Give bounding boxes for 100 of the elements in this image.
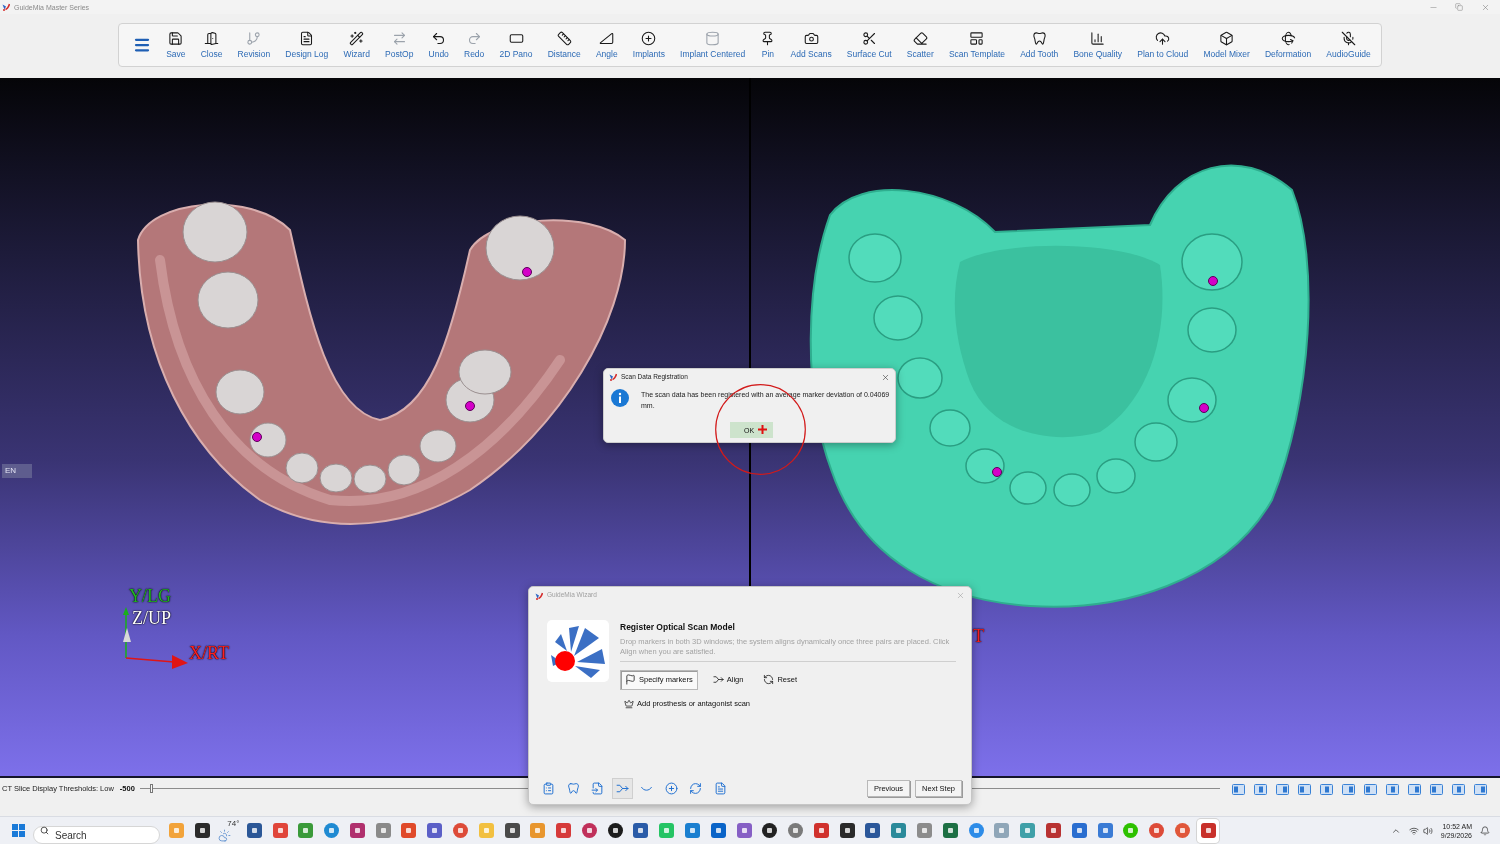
app-tile-icon xyxy=(504,823,520,838)
flag-icon xyxy=(625,674,636,685)
app-tile-icon xyxy=(427,823,443,838)
axis-label: Z/UP xyxy=(132,609,171,627)
view-cube-icon[interactable] xyxy=(1253,783,1267,795)
app-circle-icon xyxy=(607,823,623,838)
app-tile-icon xyxy=(917,823,933,838)
refresh-icon xyxy=(763,674,775,685)
app-tile-icon xyxy=(298,823,314,838)
app-tile-icon xyxy=(169,823,185,838)
axis-label: T xyxy=(973,627,984,645)
document-icon xyxy=(713,782,727,795)
app-tile-icon xyxy=(633,823,649,838)
marker-dot-icon[interactable] xyxy=(252,432,262,442)
view-cube-icon[interactable] xyxy=(1319,783,1333,795)
crosshair-cursor-icon xyxy=(758,425,767,434)
file-import-icon xyxy=(591,782,604,795)
view-cube-icon[interactable] xyxy=(1473,783,1487,795)
marker-dot-icon[interactable] xyxy=(992,467,1002,477)
wifi-icon[interactable] xyxy=(1408,825,1419,836)
fan-logo-icon xyxy=(547,620,609,682)
app-tile-icon xyxy=(478,823,494,838)
app-tile-icon xyxy=(994,823,1010,838)
app-tile-icon xyxy=(659,823,675,838)
view-cube-icon[interactable] xyxy=(1407,783,1421,795)
app-logo-icon xyxy=(535,591,543,600)
crown-icon xyxy=(624,698,634,709)
toolbar-button[interactable]: Model Mixer xyxy=(1203,31,1250,59)
view-cube-icon[interactable] xyxy=(1275,783,1289,795)
app-tile-icon xyxy=(375,823,391,838)
view-cube-icon[interactable] xyxy=(1297,783,1311,795)
app-tile-icon xyxy=(813,823,829,838)
toolbar-button[interactable]: Scan Template xyxy=(948,31,1005,59)
toolbar-button[interactable]: Pin xyxy=(760,31,776,59)
search-field[interactable]: Search xyxy=(33,826,160,844)
toolbar-button[interactable]: Undo xyxy=(428,31,449,59)
start-grid-icon[interactable] xyxy=(12,824,25,837)
menu-icon[interactable] xyxy=(133,36,151,54)
app-tile-icon xyxy=(736,823,752,838)
toolbar-button[interactable]: Surface Cut xyxy=(846,31,892,59)
app-circle-icon xyxy=(1174,823,1190,838)
taskbar-button[interactable]: 74° xyxy=(217,818,240,843)
toolbar-button[interactable]: Scatter xyxy=(906,31,934,59)
toolbar-button[interactable]: Implants xyxy=(632,31,665,59)
marker-dot-icon[interactable] xyxy=(522,267,532,277)
app-tile-icon xyxy=(246,823,262,838)
app-tile-icon xyxy=(1097,823,1113,838)
view-cube-icon[interactable] xyxy=(1385,783,1399,795)
marker-dot-icon[interactable] xyxy=(1208,276,1218,286)
axis-label: Y/LG xyxy=(129,587,171,605)
toolbar-button[interactable]: Design Log xyxy=(285,31,329,59)
search-icon xyxy=(40,826,49,835)
toolbar-button[interactable]: Plan to Cloud xyxy=(1137,31,1189,59)
view-cube-icon[interactable] xyxy=(1231,783,1245,795)
app-tile-icon xyxy=(839,823,855,838)
app-tile-icon xyxy=(195,823,211,838)
marker-dot-icon[interactable] xyxy=(465,401,475,411)
app-circle-icon xyxy=(324,823,340,838)
app-circle-icon xyxy=(453,823,468,838)
app-tile-icon xyxy=(1200,823,1216,838)
language-indicator[interactable]: EN xyxy=(2,464,32,478)
app-tile-icon xyxy=(530,823,546,838)
toolbar-button[interactable]: Wizard xyxy=(343,31,370,59)
view-cube-icon[interactable] xyxy=(1429,783,1443,795)
toolbar-button[interactable]: Deformation xyxy=(1264,31,1312,59)
slider-thumb[interactable] xyxy=(149,784,153,793)
tooth-icon xyxy=(566,782,580,795)
app-tile-icon xyxy=(1045,823,1061,838)
wizard-heading: Register Optical Scan Model xyxy=(620,623,736,632)
toolbar-button[interactable]: Close xyxy=(200,31,223,59)
plus-circle-icon xyxy=(664,782,678,795)
step-button[interactable] xyxy=(611,778,633,799)
toolbar-button[interactable]: AudioGuide xyxy=(1326,31,1371,59)
app-tile-icon xyxy=(865,823,881,838)
app-circle-icon xyxy=(1123,823,1139,838)
bell-icon[interactable] xyxy=(1480,825,1490,836)
view-cube-icon[interactable] xyxy=(1341,783,1355,795)
toolbar-button[interactable]: Save xyxy=(166,31,186,59)
toolbar-button[interactable]: Angle xyxy=(595,31,618,59)
close-icon[interactable] xyxy=(881,372,890,382)
toolbar-button[interactable]: Add Scans xyxy=(790,31,832,59)
toolbar-button[interactable]: Distance xyxy=(547,31,581,59)
toolbar-button[interactable]: Add Tooth xyxy=(1020,31,1059,59)
app-tile-icon xyxy=(685,823,700,838)
app-tile-icon xyxy=(401,823,417,838)
toolbar-button[interactable]: Bone Quality xyxy=(1073,31,1123,59)
app-circle-icon xyxy=(1149,823,1165,838)
view-cube-icon[interactable] xyxy=(1451,783,1465,795)
app-tile-icon xyxy=(942,823,958,838)
refresh-icon xyxy=(689,782,702,795)
app-tile-icon xyxy=(1071,823,1087,838)
app-logo-icon xyxy=(609,373,617,381)
app-tile-icon xyxy=(556,823,572,838)
view-cube-icon[interactable] xyxy=(1363,783,1377,795)
volume-icon[interactable] xyxy=(1422,825,1433,836)
marker-dot-icon[interactable] xyxy=(1199,403,1209,413)
info-icon xyxy=(611,389,629,407)
toolbar-button[interactable]: 2D Pano xyxy=(499,31,533,59)
app-circle-icon xyxy=(968,823,984,838)
cloud-sun-icon xyxy=(218,828,232,842)
